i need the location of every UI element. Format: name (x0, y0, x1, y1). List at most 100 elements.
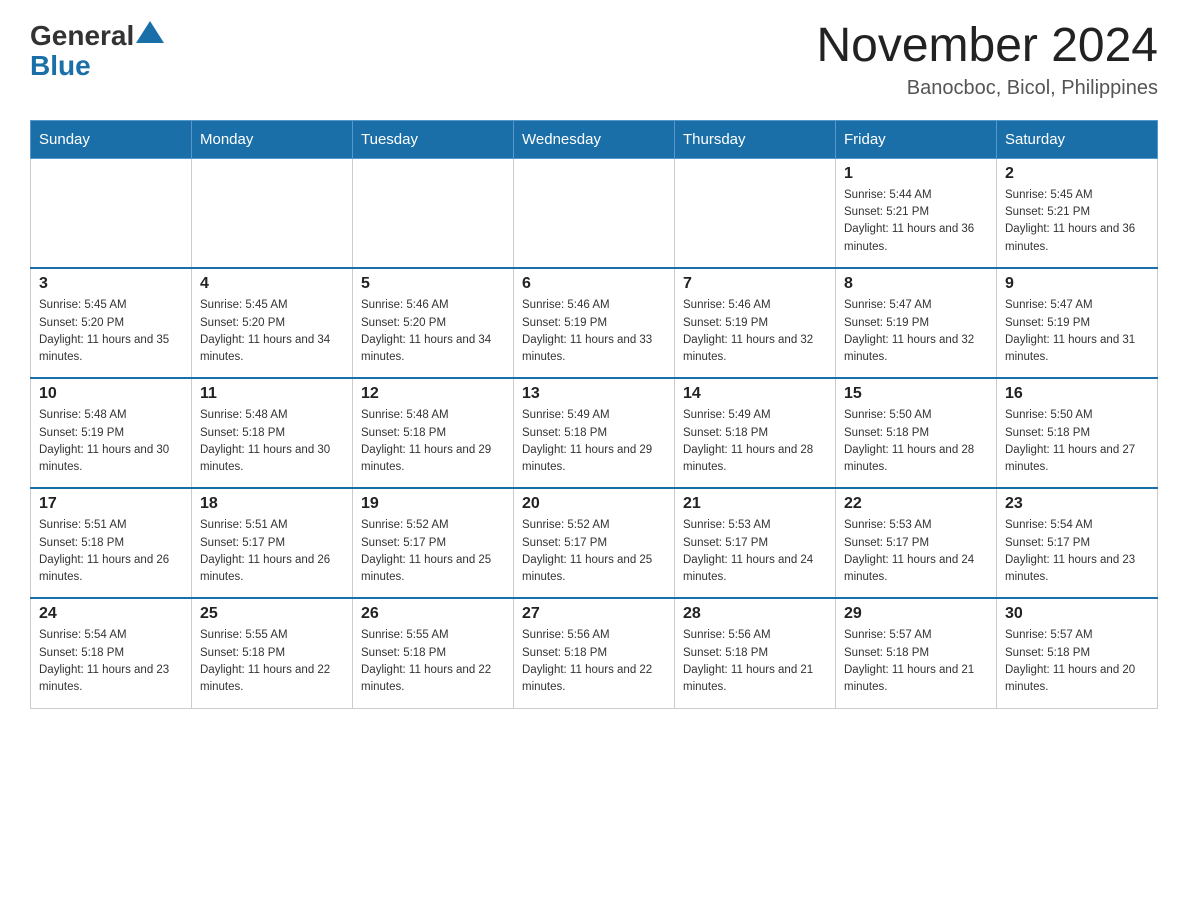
calendar-cell (514, 158, 675, 268)
calendar-cell: 28Sunrise: 5:56 AMSunset: 5:18 PMDayligh… (675, 598, 836, 708)
day-number: 8 (844, 275, 988, 293)
calendar-cell: 5 Sunrise: 5:46 AMSunset: 5:20 PMDaylight… (353, 268, 514, 378)
calendar-cell: 29 Sunrise: 5:57 AMSunset: 5:18 PMDayligh… (836, 598, 997, 708)
calendar-cell: 22 Sunrise: 5:53 AMSunset: 5:17 PMDayligh… (836, 488, 997, 598)
logo-general-text: General (30, 20, 134, 52)
day-info: Sunrise: 5:52 AMSunset: 5:17 PMDaylight:… (361, 517, 505, 586)
logo-triangle-icon (136, 21, 164, 43)
day-number: 12 (361, 385, 505, 403)
calendar-cell: 25 Sunrise: 5:55 AMSunset: 5:18 PMDayligh… (192, 598, 353, 708)
day-info: Sunrise: 5:57 AMSunset: 5:18 PMDaylight:… (844, 627, 988, 696)
day-number: 15 (844, 385, 988, 403)
header-sunday: Sunday (31, 120, 192, 158)
day-info: Sunrise: 5:47 AMSunset: 5:19 PMDaylight:… (844, 297, 988, 366)
day-info: Sunrise: 5:45 AMSunset: 5:20 PMDaylight:… (200, 297, 344, 366)
day-info: Sunrise: 5:52 AMSunset: 5:17 PMDaylight:… (522, 517, 666, 586)
day-number: 4 (200, 275, 344, 293)
day-info: Sunrise: 5:50 AMSunset: 5:18 PMDaylight:… (1005, 407, 1149, 476)
calendar-cell: 1 Sunrise: 5:44 AMSunset: 5:21 PMDaylight… (836, 158, 997, 268)
logo-blue-text: Blue (30, 50, 164, 82)
day-number: 27 (522, 605, 666, 623)
calendar-cell: 20 Sunrise: 5:52 AMSunset: 5:17 PMDayligh… (514, 488, 675, 598)
calendar-cell: 18 Sunrise: 5:51 AMSunset: 5:17 PMDayligh… (192, 488, 353, 598)
week-row-5: 24Sunrise: 5:54 AMSunset: 5:18 PMDayligh… (31, 598, 1158, 708)
day-info: Sunrise: 5:56 AMSunset: 5:18 PMDaylight:… (683, 627, 827, 696)
calendar-cell: 10 Sunrise: 5:48 AMSunset: 5:19 PMDayligh… (31, 378, 192, 488)
header-wednesday: Wednesday (514, 120, 675, 158)
day-info: Sunrise: 5:47 AMSunset: 5:19 PMDaylight:… (1005, 297, 1149, 366)
day-number: 3 (39, 275, 183, 293)
day-number: 17 (39, 495, 183, 513)
header-monday: Monday (192, 120, 353, 158)
day-info: Sunrise: 5:44 AMSunset: 5:21 PMDaylight:… (844, 187, 988, 256)
day-info: Sunrise: 5:45 AMSunset: 5:21 PMDaylight:… (1005, 187, 1149, 256)
week-row-2: 3 Sunrise: 5:45 AMSunset: 5:20 PMDaylight… (31, 268, 1158, 378)
day-info: Sunrise: 5:48 AMSunset: 5:19 PMDaylight:… (39, 407, 183, 476)
day-info: Sunrise: 5:45 AMSunset: 5:20 PMDaylight:… (39, 297, 183, 366)
day-number: 14 (683, 385, 827, 403)
day-number: 22 (844, 495, 988, 513)
day-number: 18 (200, 495, 344, 513)
day-info: Sunrise: 5:46 AMSunset: 5:19 PMDaylight:… (522, 297, 666, 366)
calendar-cell: 15 Sunrise: 5:50 AMSunset: 5:18 PMDayligh… (836, 378, 997, 488)
calendar-header-row: SundayMondayTuesdayWednesdayThursdayFrid… (31, 120, 1158, 158)
day-info: Sunrise: 5:54 AMSunset: 5:18 PMDaylight:… (39, 627, 183, 696)
day-number: 6 (522, 275, 666, 293)
calendar-title: November 2024 (816, 20, 1158, 73)
calendar-cell: 13Sunrise: 5:49 AMSunset: 5:18 PMDayligh… (514, 378, 675, 488)
day-info: Sunrise: 5:46 AMSunset: 5:19 PMDaylight:… (683, 297, 827, 366)
page-header: General Blue November 2024 Banocboc, Bic… (30, 20, 1158, 100)
day-number: 9 (1005, 275, 1149, 293)
calendar-cell (353, 158, 514, 268)
day-info: Sunrise: 5:50 AMSunset: 5:18 PMDaylight:… (844, 407, 988, 476)
calendar-cell: 9 Sunrise: 5:47 AMSunset: 5:19 PMDaylight… (997, 268, 1158, 378)
day-number: 21 (683, 495, 827, 513)
day-info: Sunrise: 5:51 AMSunset: 5:18 PMDaylight:… (39, 517, 183, 586)
day-info: Sunrise: 5:46 AMSunset: 5:20 PMDaylight:… (361, 297, 505, 366)
calendar-cell: 30 Sunrise: 5:57 AMSunset: 5:18 PMDayligh… (997, 598, 1158, 708)
day-info: Sunrise: 5:56 AMSunset: 5:18 PMDaylight:… (522, 627, 666, 696)
calendar-cell: 24Sunrise: 5:54 AMSunset: 5:18 PMDayligh… (31, 598, 192, 708)
day-number: 10 (39, 385, 183, 403)
day-number: 30 (1005, 605, 1149, 623)
day-number: 16 (1005, 385, 1149, 403)
day-info: Sunrise: 5:48 AMSunset: 5:18 PMDaylight:… (361, 407, 505, 476)
day-number: 11 (200, 385, 344, 403)
calendar-cell: 11Sunrise: 5:48 AMSunset: 5:18 PMDayligh… (192, 378, 353, 488)
calendar-cell: 21Sunrise: 5:53 AMSunset: 5:17 PMDayligh… (675, 488, 836, 598)
day-info: Sunrise: 5:55 AMSunset: 5:18 PMDaylight:… (361, 627, 505, 696)
day-info: Sunrise: 5:49 AMSunset: 5:18 PMDaylight:… (683, 407, 827, 476)
day-number: 5 (361, 275, 505, 293)
day-info: Sunrise: 5:49 AMSunset: 5:18 PMDaylight:… (522, 407, 666, 476)
header-thursday: Thursday (675, 120, 836, 158)
calendar-cell (31, 158, 192, 268)
header-tuesday: Tuesday (353, 120, 514, 158)
day-number: 2 (1005, 165, 1149, 183)
day-number: 29 (844, 605, 988, 623)
week-row-3: 10 Sunrise: 5:48 AMSunset: 5:19 PMDayligh… (31, 378, 1158, 488)
week-row-1: 1 Sunrise: 5:44 AMSunset: 5:21 PMDaylight… (31, 158, 1158, 268)
day-info: Sunrise: 5:51 AMSunset: 5:17 PMDaylight:… (200, 517, 344, 586)
day-info: Sunrise: 5:57 AMSunset: 5:18 PMDaylight:… (1005, 627, 1149, 696)
calendar-subtitle: Banocboc, Bicol, Philippines (816, 77, 1158, 100)
calendar-cell: 6 Sunrise: 5:46 AMSunset: 5:19 PMDaylight… (514, 268, 675, 378)
day-info: Sunrise: 5:53 AMSunset: 5:17 PMDaylight:… (844, 517, 988, 586)
day-number: 20 (522, 495, 666, 513)
calendar-cell (192, 158, 353, 268)
day-info: Sunrise: 5:55 AMSunset: 5:18 PMDaylight:… (200, 627, 344, 696)
title-section: November 2024 Banocboc, Bicol, Philippin… (816, 20, 1158, 100)
day-number: 19 (361, 495, 505, 513)
day-number: 25 (200, 605, 344, 623)
header-friday: Friday (836, 120, 997, 158)
calendar-cell: 4 Sunrise: 5:45 AMSunset: 5:20 PMDaylight… (192, 268, 353, 378)
day-number: 26 (361, 605, 505, 623)
day-number: 23 (1005, 495, 1149, 513)
calendar-cell: 27 Sunrise: 5:56 AMSunset: 5:18 PMDayligh… (514, 598, 675, 708)
day-number: 1 (844, 165, 988, 183)
calendar-cell: 3 Sunrise: 5:45 AMSunset: 5:20 PMDaylight… (31, 268, 192, 378)
calendar-cell: 16 Sunrise: 5:50 AMSunset: 5:18 PMDayligh… (997, 378, 1158, 488)
calendar-cell: 17 Sunrise: 5:51 AMSunset: 5:18 PMDayligh… (31, 488, 192, 598)
calendar-cell: 7 Sunrise: 5:46 AMSunset: 5:19 PMDaylight… (675, 268, 836, 378)
calendar-cell: 2 Sunrise: 5:45 AMSunset: 5:21 PMDaylight… (997, 158, 1158, 268)
day-number: 7 (683, 275, 827, 293)
